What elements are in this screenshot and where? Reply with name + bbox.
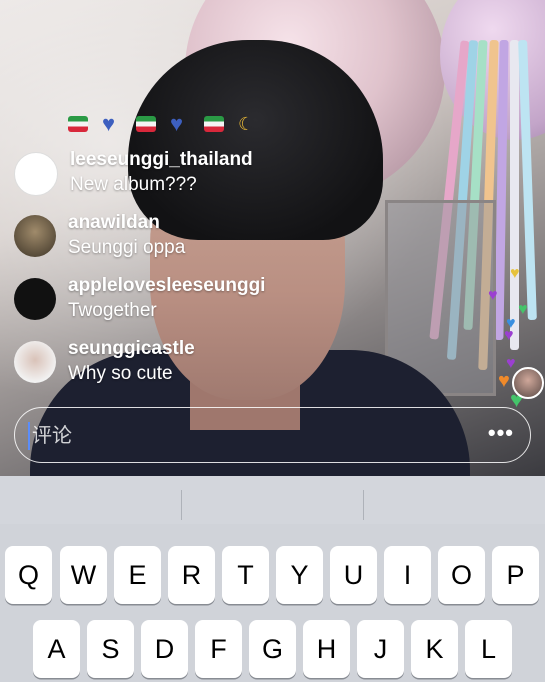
heart-icon: ♥	[498, 370, 510, 392]
key-w[interactable]: W	[60, 546, 107, 604]
comment-item[interactable]: applelovesleeseunggi Twogether	[14, 274, 434, 337]
suggestion-divider	[181, 490, 182, 520]
keyboard: Q W E R T Y U I O P A S D F G H J K L	[0, 476, 545, 682]
text-cursor	[28, 422, 30, 450]
comment-item[interactable]: leeseunggi_thailand New album???	[14, 148, 434, 211]
avatar[interactable]	[14, 341, 56, 383]
reaction-emoji-row: ♥ ♥ ☾	[68, 111, 258, 136]
comment-item[interactable]: seunggicastle Why so cute	[14, 337, 434, 400]
viewer-avatar[interactable]	[512, 367, 544, 399]
suggestion-bar	[0, 476, 545, 524]
heart-icon: ♥	[518, 301, 528, 318]
suggestion-divider	[363, 490, 364, 520]
comment-message: Twogether	[68, 300, 157, 321]
avatar[interactable]	[14, 215, 56, 257]
key-e[interactable]: E	[114, 546, 161, 604]
heart-icon: ♥	[504, 327, 514, 344]
avatar[interactable]	[14, 152, 58, 196]
crescent-moon-emoji: ☾	[238, 114, 255, 134]
more-options-icon[interactable]: •••	[488, 420, 514, 446]
key-i[interactable]: I	[384, 546, 431, 604]
key-a[interactable]: A	[33, 620, 80, 678]
key-s[interactable]: S	[87, 620, 134, 678]
comment-message: Why so cute	[68, 363, 173, 384]
avatar[interactable]	[14, 278, 56, 320]
comment-username[interactable]: seunggicastle	[68, 337, 195, 361]
comment-username[interactable]: applelovesleeseunggi	[68, 274, 265, 298]
blue-heart-emoji: ♥	[102, 111, 116, 136]
key-j[interactable]: J	[357, 620, 404, 678]
heart-icon: ♥	[510, 265, 520, 282]
key-f[interactable]: F	[195, 620, 242, 678]
iran-flag-emoji	[136, 116, 156, 132]
key-q[interactable]: Q	[5, 546, 52, 604]
comment-message: New album???	[70, 174, 197, 195]
key-h[interactable]: H	[303, 620, 350, 678]
key-t[interactable]: T	[222, 546, 269, 604]
key-k[interactable]: K	[411, 620, 458, 678]
key-y[interactable]: Y	[276, 546, 323, 604]
key-o[interactable]: O	[438, 546, 485, 604]
key-u[interactable]: U	[330, 546, 377, 604]
key-g[interactable]: G	[249, 620, 296, 678]
blue-heart-emoji: ♥	[170, 111, 184, 136]
key-d[interactable]: D	[141, 620, 188, 678]
comment-input[interactable]: 评论 •••	[14, 407, 531, 463]
comment-message: Seunggi oppa	[68, 237, 186, 258]
comment-item[interactable]: anawildan Seunggi oppa	[14, 211, 434, 274]
key-l[interactable]: L	[465, 620, 512, 678]
comment-list: leeseunggi_thailand New album??? anawild…	[14, 148, 434, 400]
iran-flag-emoji	[68, 116, 88, 132]
comment-username[interactable]: leeseunggi_thailand	[70, 148, 253, 172]
iran-flag-emoji	[204, 116, 224, 132]
heart-icon: ♥	[488, 287, 498, 304]
comment-placeholder: 评论	[32, 425, 72, 447]
key-p[interactable]: P	[492, 546, 539, 604]
key-r[interactable]: R	[168, 546, 215, 604]
comment-username[interactable]: anawildan	[68, 211, 185, 235]
live-video-feed[interactable]: ♥ ♥ ☾ leeseunggi_thailand New album??? a…	[0, 0, 545, 476]
